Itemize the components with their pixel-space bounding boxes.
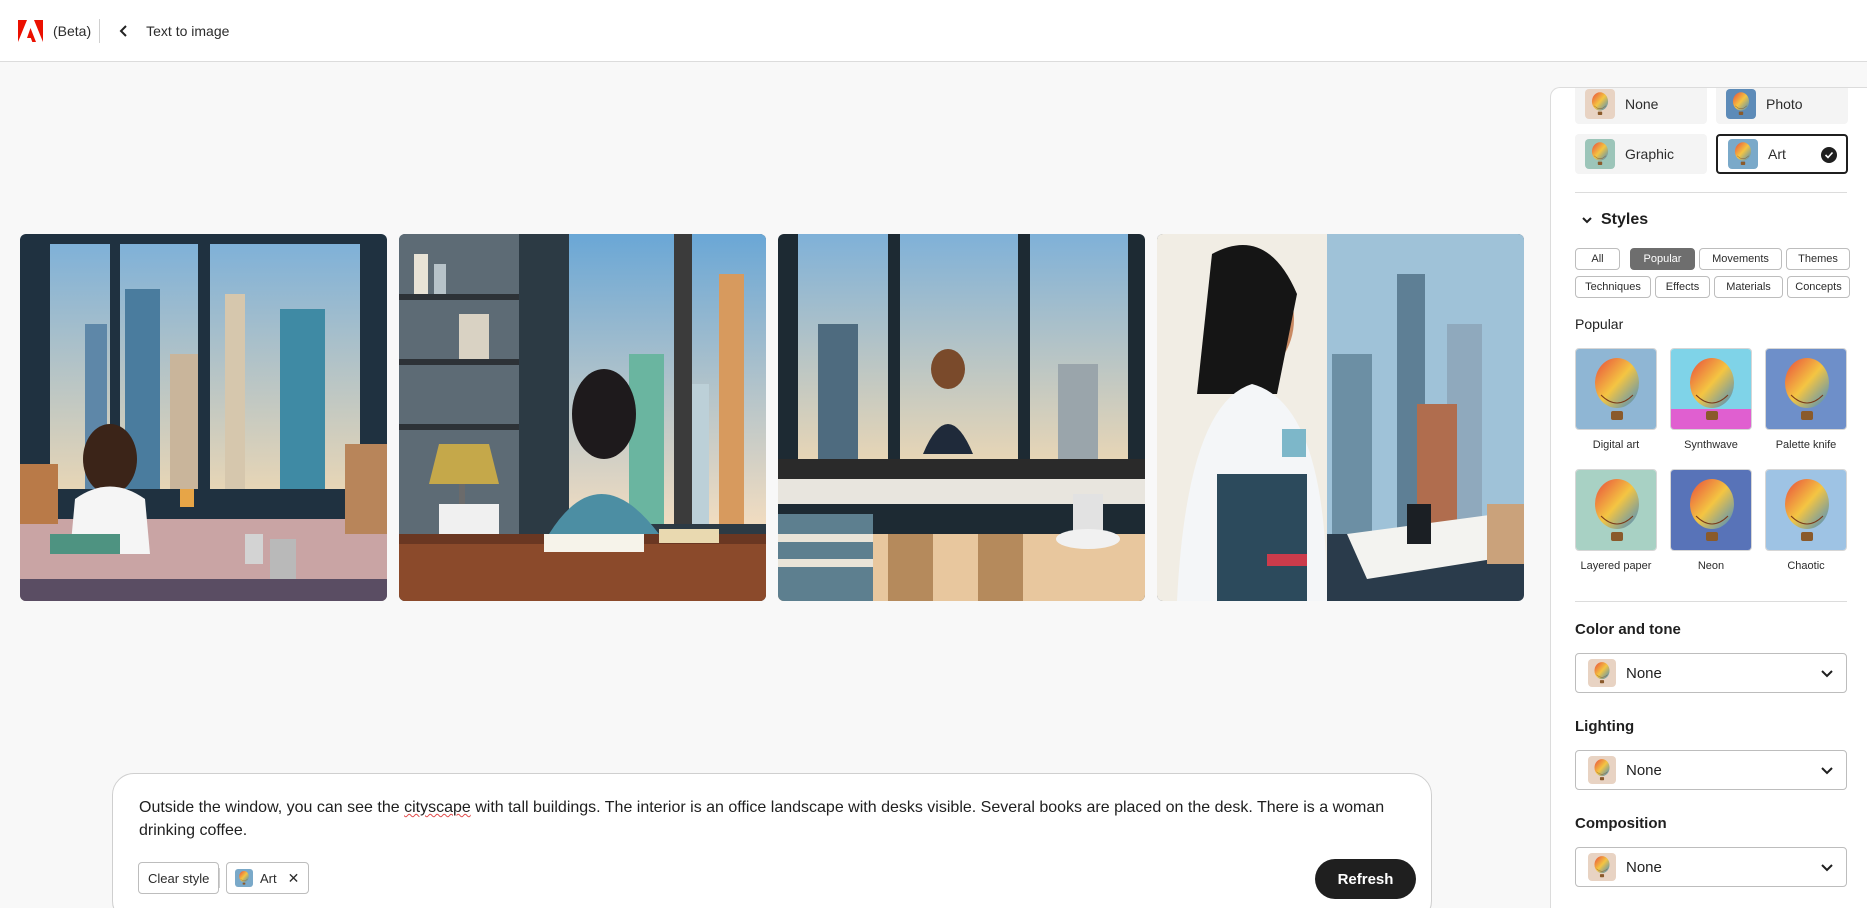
content-type-label: Art <box>1768 146 1786 162</box>
back-button[interactable] <box>112 19 136 43</box>
generated-image-4[interactable] <box>1157 234 1524 601</box>
style-layered-paper[interactable]: Layered paper <box>1575 469 1657 572</box>
clear-style-label: Clear style <box>148 870 210 886</box>
style-label: Neon <box>1697 560 1725 572</box>
style-neon[interactable]: Neon <box>1670 469 1752 572</box>
generated-image-3[interactable] <box>778 234 1145 601</box>
graphic-thumbnail-icon <box>1585 139 1615 169</box>
chaotic-thumbnail-icon <box>1765 469 1847 551</box>
divider <box>1575 192 1847 193</box>
app-header: (Beta) Text to image <box>0 0 1867 62</box>
color-tone-heading: Color and tone <box>1575 621 1681 638</box>
adobe-logo-icon[interactable] <box>18 19 43 42</box>
chip-divider <box>219 868 220 888</box>
generated-image-2[interactable] <box>399 234 766 601</box>
spellcheck-word[interactable]: cityscape <box>404 799 471 816</box>
color-tone-value: None <box>1626 664 1662 682</box>
style-chaotic[interactable]: Chaotic <box>1765 469 1847 572</box>
settings-panel: None Photo Graphic Art Styles All Popula… <box>1550 87 1867 908</box>
style-label: Palette knife <box>1775 439 1837 451</box>
style-synthwave[interactable]: Synthwave <box>1670 348 1752 451</box>
styles-section-toggle[interactable]: Styles <box>1581 211 1648 229</box>
styles-heading: Styles <box>1601 211 1649 228</box>
chevron-down-icon <box>1582 217 1592 224</box>
composition-heading: Composition <box>1575 815 1667 832</box>
content-type-art[interactable]: Art <box>1716 134 1848 174</box>
none-thumbnail-icon <box>1585 89 1615 119</box>
lighting-thumbnail-icon <box>1588 756 1616 784</box>
color-tone-thumbnail-icon <box>1588 659 1616 687</box>
neon-thumbnail-icon <box>1670 469 1752 551</box>
filter-movements[interactable]: Movements <box>1699 248 1782 270</box>
filter-techniques[interactable]: Techniques <box>1575 276 1651 298</box>
filter-all[interactable]: All <box>1575 248 1620 270</box>
photo-thumbnail-icon <box>1726 89 1756 119</box>
synthwave-thumbnail-icon <box>1670 348 1752 430</box>
popular-heading: Popular <box>1575 316 1624 332</box>
style-palette-knife[interactable]: Palette knife <box>1765 348 1847 451</box>
divider <box>1575 601 1847 602</box>
prompt-text[interactable]: Outside the window, you can see the city… <box>139 796 1409 842</box>
filter-concepts[interactable]: Concepts <box>1787 276 1850 298</box>
prompt-text-part: Outside the window, you can see the <box>139 799 405 816</box>
art-thumbnail-icon <box>1728 139 1758 169</box>
lighting-heading: Lighting <box>1575 718 1635 735</box>
art-thumbnail-icon <box>235 869 253 887</box>
page-title: Text to image <box>146 22 230 39</box>
filter-materials[interactable]: Materials <box>1714 276 1783 298</box>
content-type-label: None <box>1625 96 1659 112</box>
refresh-button[interactable]: Refresh <box>1315 859 1416 899</box>
content-type-label: Photo <box>1766 96 1803 112</box>
style-digital-art[interactable]: Digital art <box>1575 348 1657 451</box>
composition-dropdown[interactable]: None <box>1575 847 1847 887</box>
content-type-none[interactable]: None <box>1575 88 1707 124</box>
layered-paper-thumbnail-icon <box>1575 469 1657 551</box>
clear-style-button[interactable]: Clear style <box>138 862 220 894</box>
close-icon[interactable]: ✕ <box>288 870 300 887</box>
content-type-label: Graphic <box>1625 146 1675 162</box>
image-gallery <box>20 234 1524 601</box>
content-type-photo[interactable]: Photo <box>1716 88 1848 124</box>
filter-popular[interactable]: Popular <box>1630 248 1695 270</box>
header-divider <box>99 18 101 43</box>
chevron-down-icon <box>1821 864 1833 872</box>
chevron-down-icon <box>1821 767 1833 775</box>
style-chip-art[interactable]: Art ✕ <box>226 862 310 894</box>
style-label: Digital art <box>1592 439 1640 451</box>
composition-thumbnail-icon <box>1588 853 1616 881</box>
beta-label: (Beta) <box>53 22 92 39</box>
generated-image-1[interactable] <box>20 234 387 601</box>
filter-themes[interactable]: Themes <box>1786 248 1850 270</box>
filter-effects[interactable]: Effects <box>1655 276 1710 298</box>
style-label: Layered paper <box>1580 560 1652 572</box>
content-type-graphic[interactable]: Graphic <box>1575 134 1707 174</box>
style-label: Synthwave <box>1684 439 1738 451</box>
style-chip-label: Art <box>260 870 277 886</box>
lighting-value: None <box>1626 761 1662 779</box>
style-label: Chaotic <box>1787 560 1825 572</box>
chevron-left-icon <box>119 24 127 37</box>
composition-value: None <box>1626 858 1662 876</box>
palette-knife-thumbnail-icon <box>1765 348 1847 430</box>
prompt-editor[interactable]: Outside the window, you can see the city… <box>112 773 1432 908</box>
checkmark-icon <box>1821 147 1837 163</box>
digital-art-thumbnail-icon <box>1575 348 1657 430</box>
lighting-dropdown[interactable]: None <box>1575 750 1847 790</box>
chevron-down-icon <box>1821 670 1833 678</box>
color-tone-dropdown[interactable]: None <box>1575 653 1847 693</box>
